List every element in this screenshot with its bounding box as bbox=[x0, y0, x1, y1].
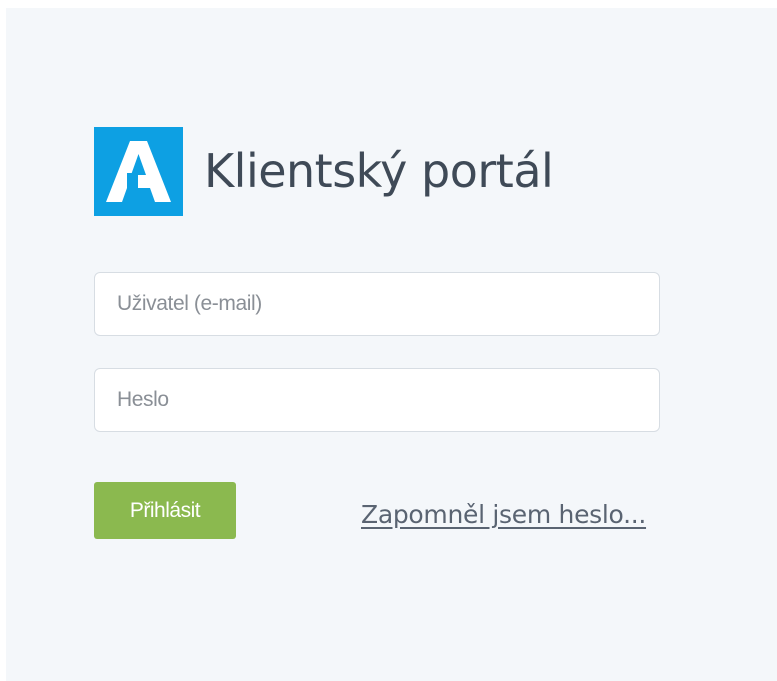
letter-a-logo-icon bbox=[94, 126, 183, 216]
password-field[interactable] bbox=[94, 368, 660, 432]
login-button[interactable]: Přihlásit bbox=[94, 482, 236, 539]
page-title: Klientský portál bbox=[204, 144, 554, 198]
brand-header: Klientský portál bbox=[94, 126, 554, 216]
forgot-password-link[interactable]: Zapomněl jsem heslo... bbox=[361, 500, 646, 529]
email-field[interactable] bbox=[94, 272, 660, 336]
login-panel bbox=[6, 8, 777, 681]
